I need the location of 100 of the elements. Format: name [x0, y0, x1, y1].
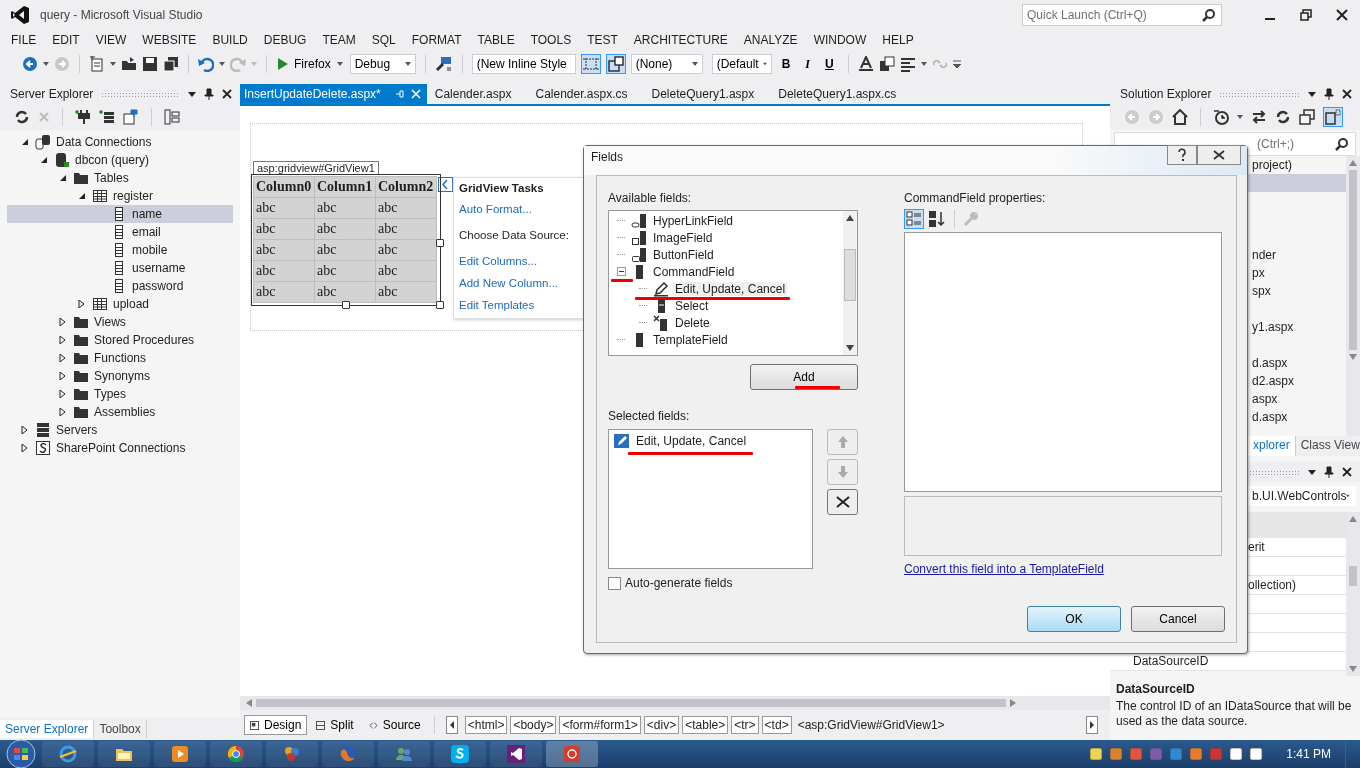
field-item[interactable]: Edit, Update, Cancel: [634, 434, 749, 448]
start-button[interactable]: [6, 739, 36, 768]
menu-item[interactable]: ANALYZE: [735, 33, 806, 47]
document-tab[interactable]: DeleteQuery1.aspx: [647, 84, 775, 104]
scroll-left-icon[interactable]: [246, 699, 252, 707]
caret-icon[interactable]: [43, 62, 49, 66]
tree-item[interactable]: Servers: [7, 421, 233, 439]
view-button[interactable]: Split: [310, 715, 360, 735]
expand-arrow-icon[interactable]: [59, 336, 67, 344]
scroll-thumb[interactable]: [1349, 566, 1357, 586]
target-rule-dropdown[interactable]: (None): [630, 54, 703, 74]
scroll-thumb[interactable]: [844, 249, 856, 301]
tree-item[interactable]: register: [7, 187, 233, 205]
tree-item[interactable]: Assemblies: [7, 403, 233, 421]
quick-launch-field[interactable]: Quick Launch (Ctrl+Q): [1022, 4, 1222, 26]
tag-breadcrumb[interactable]: <asp:GridView#GridView1>: [794, 716, 948, 734]
scroll-thumb[interactable]: [1349, 170, 1357, 350]
save-icon[interactable]: [142, 56, 158, 72]
tree-item[interactable]: SharePoint Connections: [7, 439, 233, 457]
clock[interactable]: 1:41 PM: [1286, 747, 1331, 761]
scroll-left-button[interactable]: [445, 716, 458, 734]
resize-handle[interactable]: [342, 301, 350, 309]
menu-item[interactable]: TEAM: [314, 33, 364, 47]
background-color-icon[interactable]: [878, 56, 895, 72]
field-item[interactable]: Edit, Update, Cancel: [673, 281, 788, 296]
refresh-icon[interactable]: [14, 109, 30, 125]
show-all-files-icon[interactable]: [1323, 107, 1343, 127]
tray-icon[interactable]: [1249, 747, 1264, 761]
menu-item[interactable]: BUILD: [204, 33, 256, 47]
tree-item[interactable]: Functions: [7, 349, 233, 367]
menu-item[interactable]: SQL: [363, 33, 404, 47]
collapse-arrow-icon[interactable]: [40, 156, 48, 164]
tree-item[interactable]: name: [7, 205, 233, 223]
tree-item[interactable]: Types: [7, 385, 233, 403]
connect-server-icon[interactable]: [99, 109, 115, 125]
save-all-icon[interactable]: [163, 56, 179, 72]
tag-breadcrumb[interactable]: <form#form1>: [559, 716, 641, 734]
tree-item[interactable]: Stored Procedures: [7, 331, 233, 349]
field-item[interactable]: CommandField: [651, 264, 737, 279]
field-item[interactable]: Delete: [673, 315, 712, 330]
expand-arrow-icon[interactable]: [78, 300, 86, 308]
connect-sharepoint-icon[interactable]: [123, 109, 139, 125]
expand-arrow-icon[interactable]: [59, 390, 67, 398]
caret-icon[interactable]: [920, 62, 927, 66]
tree-item[interactable]: Synonyms: [7, 367, 233, 385]
add-button[interactable]: Add: [750, 364, 858, 390]
document-tab[interactable]: DeleteQuery1.aspx.cs: [774, 84, 917, 104]
open-folder-icon[interactable]: [121, 56, 137, 72]
expand-arrow-icon[interactable]: [21, 426, 29, 434]
undo-icon[interactable]: [198, 56, 214, 72]
tree-item[interactable]: username: [7, 259, 233, 277]
style-dropdown[interactable]: (New Inline Style: [471, 54, 576, 74]
taskbar-button[interactable]: [490, 741, 542, 767]
search-icon[interactable]: [1202, 8, 1216, 22]
document-tab[interactable]: Calender.aspx: [430, 84, 532, 104]
italic-button[interactable]: I: [800, 56, 816, 72]
panel-tab[interactable]: Class View: [1295, 436, 1360, 456]
scroll-right-icon[interactable]: [1010, 699, 1016, 707]
scroll-thumb[interactable]: [256, 699, 1006, 707]
configuration-dropdown[interactable]: Debug: [349, 54, 416, 74]
categorized-icon[interactable]: [904, 209, 924, 229]
tag-breadcrumb[interactable]: <div>: [643, 716, 680, 734]
collapse-arrow-icon[interactable]: [78, 192, 86, 200]
tag-breadcrumb[interactable]: <table>: [682, 716, 729, 734]
pending-changes-icon[interactable]: [1213, 109, 1229, 125]
property-row[interactable]: DataSourceID: [1110, 652, 1346, 671]
menu-item[interactable]: ARCHITECTURE: [625, 33, 736, 47]
overflow-icon[interactable]: [952, 60, 961, 68]
remove-button[interactable]: [827, 489, 858, 515]
sort-alphabetical-icon[interactable]: [928, 210, 946, 228]
resize-handle[interactable]: [436, 301, 444, 309]
horizontal-scrollbar[interactable]: [240, 696, 1110, 710]
pin-icon[interactable]: [204, 88, 214, 100]
menu-item[interactable]: VIEW: [87, 33, 135, 47]
close-button[interactable]: [1197, 145, 1241, 165]
underline-button[interactable]: U: [820, 57, 839, 71]
menu-item[interactable]: EDIT: [44, 33, 88, 47]
panel-tab[interactable]: Server Explorer: [0, 720, 95, 738]
cancel-button[interactable]: Cancel: [1131, 606, 1225, 632]
taskbar-button[interactable]: [434, 741, 486, 767]
close-icon[interactable]: [1336, 9, 1348, 21]
new-project-icon[interactable]: [89, 56, 105, 72]
expand-arrow-icon[interactable]: [59, 354, 67, 362]
expand-arrow-icon[interactable]: [59, 318, 67, 326]
caret-icon[interactable]: [110, 62, 116, 66]
menu-item[interactable]: FORMAT: [403, 33, 470, 47]
caret-icon[interactable]: [1237, 115, 1243, 119]
pin-icon[interactable]: [1324, 88, 1334, 100]
ok-button[interactable]: OK: [1027, 606, 1121, 632]
restore-icon[interactable]: [1300, 9, 1312, 21]
menu-item[interactable]: TOOLS: [522, 33, 580, 47]
scroll-down-icon[interactable]: [846, 345, 854, 351]
checkbox[interactable]: [608, 576, 621, 590]
properties-icon[interactable]: [164, 109, 180, 125]
caret-icon[interactable]: [1308, 469, 1316, 475]
sync-icon[interactable]: [1251, 109, 1267, 125]
tree-item[interactable]: Tables: [7, 169, 233, 187]
position-icon[interactable]: [605, 54, 626, 74]
convert-link[interactable]: Convert this field into a TemplateField: [904, 562, 1222, 576]
menu-item[interactable]: DEBUG: [255, 33, 315, 47]
